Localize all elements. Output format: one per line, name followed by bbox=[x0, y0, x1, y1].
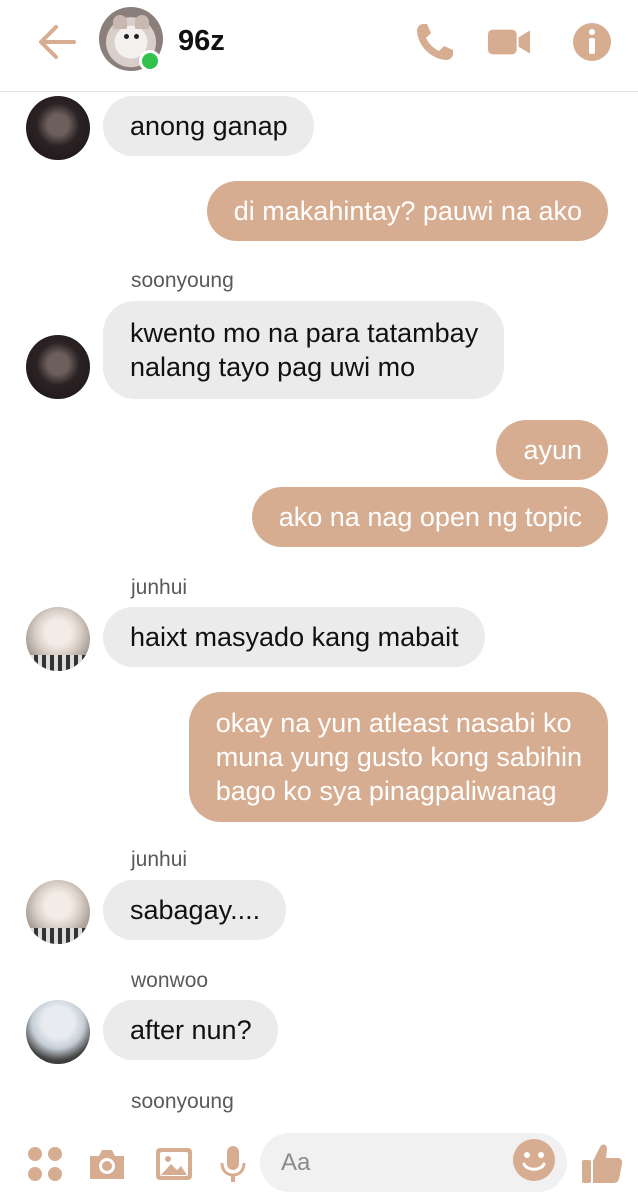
incoming-message[interactable]: after nun? bbox=[103, 1000, 278, 1060]
microphone-icon[interactable] bbox=[213, 1144, 253, 1184]
incoming-message[interactable]: sabagay.... bbox=[103, 880, 287, 940]
outgoing-message[interactable]: ako na nag open ng topic bbox=[251, 487, 608, 547]
outgoing-message[interactable]: di makahintay? pauwi na ako bbox=[206, 181, 608, 241]
sender-name: junhui bbox=[131, 848, 188, 871]
message-line: muna yung gusto kong sabihin bbox=[215, 742, 582, 772]
sender-avatar[interactable] bbox=[26, 880, 90, 944]
incoming-message[interactable]: kwento mo na para tatambay nalang tayo p… bbox=[103, 301, 505, 399]
info-icon[interactable] bbox=[570, 20, 614, 64]
sender-name: wonwoo bbox=[131, 969, 209, 992]
message-input-placeholder: Aa bbox=[281, 1149, 311, 1176]
sender-avatar[interactable] bbox=[26, 1000, 90, 1064]
sender-avatar[interactable] bbox=[26, 335, 90, 399]
video-camera-icon[interactable] bbox=[487, 20, 531, 64]
chat-header: 96z bbox=[0, 0, 638, 92]
phone-icon[interactable] bbox=[413, 20, 457, 64]
smiley-icon[interactable] bbox=[511, 1137, 557, 1183]
message-line: kwento mo na para tatambay bbox=[130, 318, 479, 348]
sender-name: junhui bbox=[131, 576, 188, 599]
message-line: okay na yun atleast nasabi ko bbox=[215, 708, 572, 738]
four-dots-icon[interactable] bbox=[25, 1144, 65, 1184]
outgoing-message[interactable]: okay na yun atleast nasabi ko muna yung … bbox=[188, 692, 608, 822]
message-line: nalang tayo pag uwi mo bbox=[130, 352, 416, 382]
camera-icon[interactable] bbox=[87, 1144, 127, 1184]
thumbs-up-icon[interactable] bbox=[580, 1141, 624, 1185]
sender-avatar[interactable] bbox=[26, 96, 90, 160]
incoming-message[interactable]: haixt masyado kang mabait bbox=[103, 607, 485, 667]
image-icon[interactable] bbox=[154, 1144, 194, 1184]
outgoing-message[interactable]: ayun bbox=[496, 420, 608, 480]
sender-name: soonyoung bbox=[131, 269, 234, 292]
incoming-message[interactable]: anong ganap bbox=[103, 96, 314, 156]
sender-name: soonyoung bbox=[131, 1090, 234, 1113]
chat-title[interactable]: 96z bbox=[178, 25, 225, 58]
online-status-dot bbox=[139, 50, 161, 72]
composer-bar: Aa bbox=[0, 1124, 638, 1200]
back-arrow-icon[interactable] bbox=[34, 22, 78, 62]
sender-avatar[interactable] bbox=[26, 607, 90, 671]
message-line: bago ko sya pinagpaliwanag bbox=[215, 776, 557, 806]
